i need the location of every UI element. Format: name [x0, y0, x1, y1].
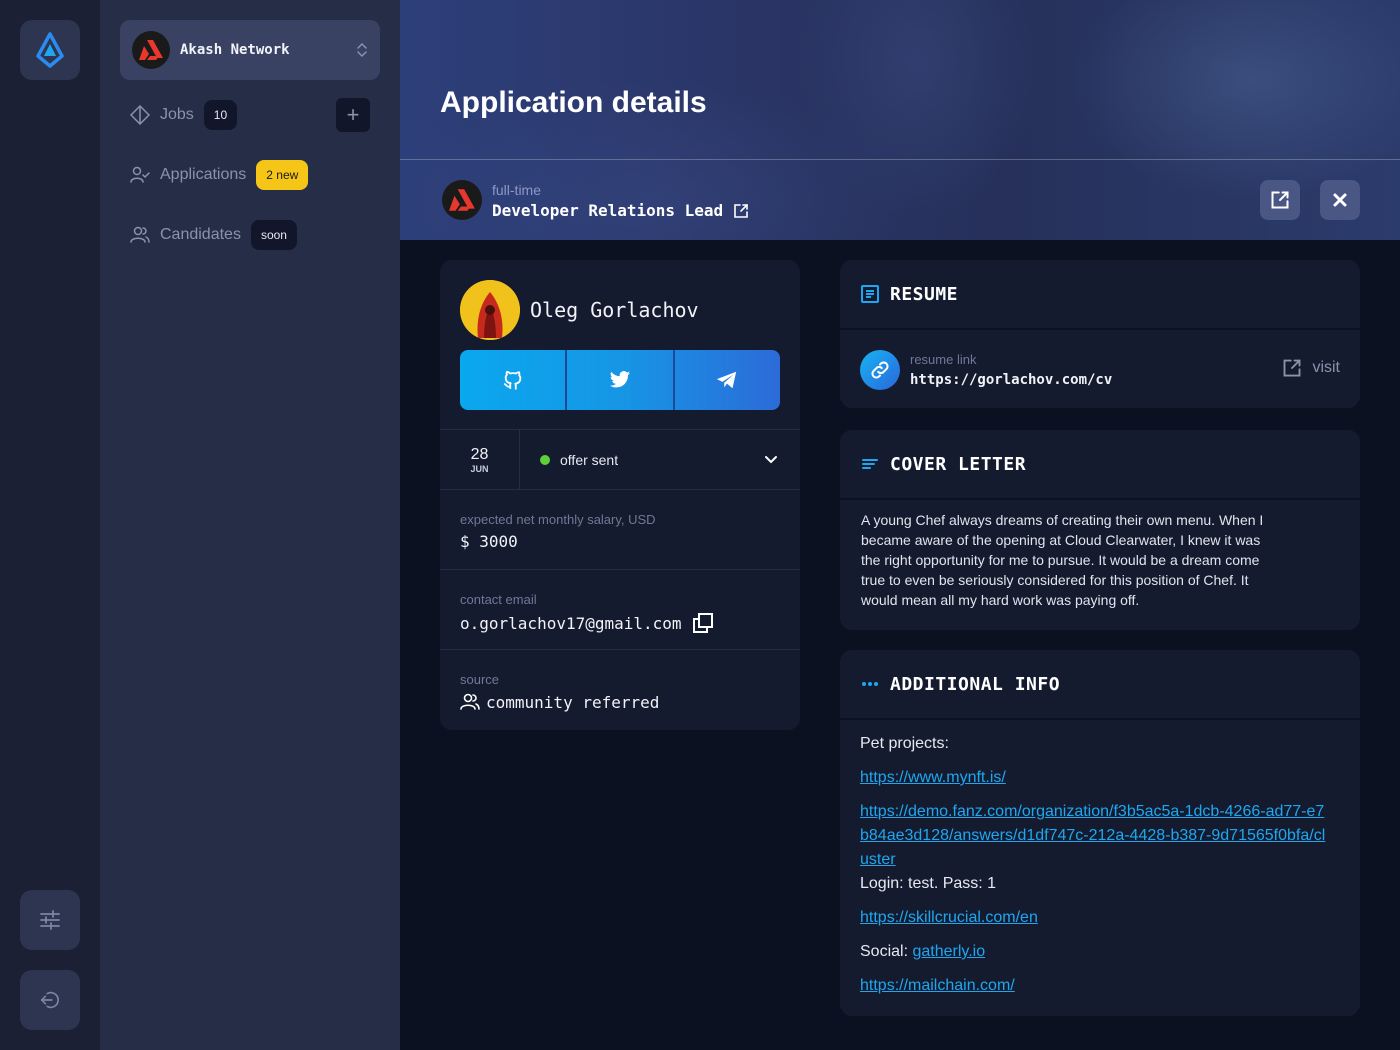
job-org-avatar: [442, 180, 482, 220]
app-logo-icon: [36, 32, 64, 68]
email-value: o.gorlachov17@gmail.com: [460, 613, 682, 633]
cover-letter-card: COVER LETTER A young Chef always dreams …: [840, 430, 1360, 630]
salary-field: expected net monthly salary, USD $ 3000: [440, 489, 800, 569]
app-rail: [0, 0, 100, 1050]
pet-project-link[interactable]: https://demo.fanz.com/organization/f3b5a…: [860, 803, 1325, 868]
additional-info-header: ADDITIONAL INFO: [840, 650, 1360, 720]
nav-item-jobs[interactable]: Jobs 10: [130, 100, 238, 130]
pet-projects-label: Pet projects:: [860, 735, 949, 752]
visit-resume-button[interactable]: visit: [1282, 358, 1340, 378]
chevron-updown-icon: [357, 42, 367, 58]
org-name: Akash Network: [180, 42, 290, 58]
date-day: 28: [470, 446, 489, 463]
salary-label: expected net monthly salary, USD: [460, 512, 656, 527]
cover-letter-header: COVER LETTER: [840, 430, 1360, 500]
link-icon-badge: [860, 350, 900, 390]
job-title-link[interactable]: Developer Relations Lead: [492, 201, 749, 220]
external-link-icon: [1284, 359, 1301, 377]
twitter-button[interactable]: [565, 350, 672, 410]
settings-button[interactable]: [20, 890, 80, 950]
logout-button[interactable]: [20, 970, 80, 1030]
status-dot: [540, 455, 550, 465]
github-icon: [503, 370, 521, 390]
header-divider: [400, 159, 1400, 160]
akash-logo-icon: [449, 189, 475, 211]
email-label: contact email: [460, 592, 537, 607]
pet-project-link[interactable]: https://skillcrucial.com/en: [860, 909, 1038, 926]
telegram-button[interactable]: [672, 350, 780, 410]
org-switcher[interactable]: Akash Network: [120, 20, 380, 80]
nav-label-candidates: Candidates: [160, 226, 241, 243]
status-label: offer sent: [560, 452, 619, 468]
job-type: full-time: [492, 182, 542, 198]
status-select[interactable]: offer sent: [540, 430, 618, 490]
social-link[interactable]: gatherly.io: [912, 943, 985, 960]
close-button[interactable]: [1320, 180, 1360, 220]
akash-logo-icon: [139, 40, 163, 60]
cover-letter-title: COVER LETTER: [890, 453, 1027, 475]
cover-letter-text: A young Chef always dreams of creating t…: [861, 512, 1264, 608]
nav-item-applications[interactable]: Applications 2 new: [130, 160, 309, 190]
close-icon: [1333, 193, 1347, 207]
nav-item-candidates[interactable]: Candidates soon: [130, 220, 297, 250]
page-title: Application details: [440, 86, 707, 119]
nav-label-jobs: Jobs: [160, 106, 194, 123]
user-check-icon: [130, 165, 150, 185]
resume-card: RESUME resume link https://gorlachov.com…: [840, 260, 1360, 408]
text-align-icon: [862, 459, 878, 469]
visit-label: visit: [1312, 359, 1340, 376]
github-button[interactable]: [460, 350, 565, 410]
candidate-avatar: [460, 280, 520, 340]
candidates-soon-badge: soon: [250, 220, 297, 250]
add-job-button[interactable]: +: [336, 98, 370, 132]
link-icon: [871, 361, 889, 379]
twitter-icon: [609, 371, 631, 388]
page-header: Application details full-time Developer …: [400, 0, 1400, 240]
resume-link-label: resume link: [910, 352, 977, 367]
sidebar: Akash Network Jobs 10 + Applications 2 n…: [100, 0, 400, 1050]
job-title: Developer Relations Lead: [492, 201, 724, 220]
status-row: 28 JUN offer sent: [440, 429, 800, 490]
applications-new-badge: 2 new: [256, 160, 309, 190]
chevron-down-icon[interactable]: [762, 450, 780, 468]
sliders-icon: [40, 910, 60, 930]
pet-project-link[interactable]: https://mailchain.com/: [860, 977, 1015, 994]
resume-title: RESUME: [890, 283, 959, 305]
additional-info-title: ADDITIONAL INFO: [890, 673, 1061, 695]
document-icon: [861, 285, 879, 303]
jobs-icon: [130, 105, 150, 125]
source-field: source community referred: [440, 649, 800, 730]
social-label: Social:: [860, 943, 909, 960]
users-icon: [460, 693, 480, 710]
source-value: community referred: [486, 692, 660, 712]
candidate-name: Oleg Gorlachov: [530, 298, 699, 322]
nav-label-applications: Applications: [160, 166, 247, 183]
jobs-count-badge: 10: [203, 100, 238, 130]
copy-icon[interactable]: [692, 612, 714, 634]
resume-link-url: https://gorlachov.com/cv: [910, 372, 1113, 388]
date-month: JUN: [470, 464, 489, 474]
more-icon: [862, 682, 878, 686]
telegram-icon: [717, 371, 737, 389]
additional-info-card: ADDITIONAL INFO Pet projects: https://ww…: [840, 650, 1360, 1016]
external-link-icon: [1271, 191, 1289, 209]
app-logo-button[interactable]: [20, 20, 80, 80]
logout-icon: [40, 991, 59, 1009]
org-avatar: [132, 31, 170, 69]
application-date: 28 JUN: [440, 430, 520, 490]
external-link-icon: [734, 203, 748, 218]
salary-value: $ 3000: [460, 532, 518, 551]
open-external-button[interactable]: [1260, 180, 1300, 220]
resume-header: RESUME: [840, 260, 1360, 330]
users-icon: [130, 225, 150, 245]
source-label: source: [460, 672, 500, 687]
login-text: Login: test. Pass: 1: [860, 875, 997, 892]
candidate-card: Oleg Gorlachov 28 JUN offer sent expecte…: [440, 260, 800, 730]
social-links: [460, 350, 780, 410]
pet-project-link[interactable]: https://www.mynft.is/: [860, 769, 1006, 786]
email-field: contact email o.gorlachov17@gmail.com: [440, 569, 800, 649]
additional-info-body: Pet projects: https://www.mynft.is/ http…: [860, 732, 1330, 1008]
